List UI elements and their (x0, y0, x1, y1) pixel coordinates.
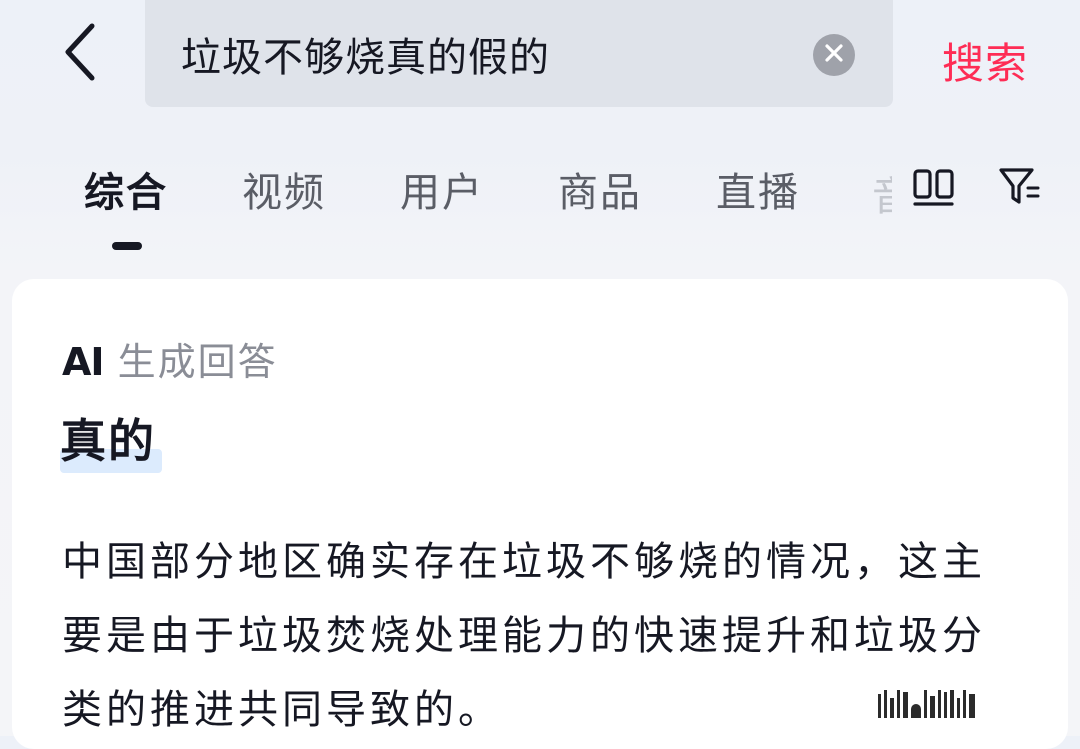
clear-circle-icon (824, 43, 844, 67)
tab-live[interactable]: 直播 (716, 160, 800, 218)
back-button[interactable] (58, 22, 102, 86)
search-input[interactable] (181, 30, 801, 77)
tab-products[interactable]: 商品 (558, 160, 642, 218)
tab-music-partial[interactable]: 音 (872, 164, 892, 222)
ai-label-text: 生成回答 (117, 340, 278, 384)
double-column-icon (912, 169, 956, 212)
chevron-left-icon (60, 22, 100, 86)
ai-logo: AI (62, 340, 105, 384)
watermark (878, 690, 975, 718)
tab-comprehensive[interactable]: 综合 (84, 160, 168, 218)
search-button[interactable]: 搜索 (942, 30, 1028, 91)
search-bar[interactable] (145, 0, 893, 107)
filter-button[interactable] (998, 166, 1042, 212)
category-tabs: 综合 视频 用户 商品 直播 音 (0, 150, 1080, 260)
clear-search-button[interactable] (813, 34, 855, 76)
ai-generated-label: AI 生成回答 (62, 331, 278, 386)
active-tab-indicator (112, 242, 142, 250)
tab-video[interactable]: 视频 (242, 160, 326, 218)
answer-text: 真的 (60, 414, 156, 468)
tab-users[interactable]: 用户 (400, 160, 484, 218)
filter-icon (998, 168, 1042, 212)
layout-toggle-button[interactable] (912, 168, 956, 212)
answer-headline: 真的 (60, 411, 162, 475)
ai-answer-card[interactable]: AI 生成回答 真的 中国部分地区确实存在垃圾不够烧的情况，这主要是由于垃圾焚烧… (12, 279, 1068, 749)
